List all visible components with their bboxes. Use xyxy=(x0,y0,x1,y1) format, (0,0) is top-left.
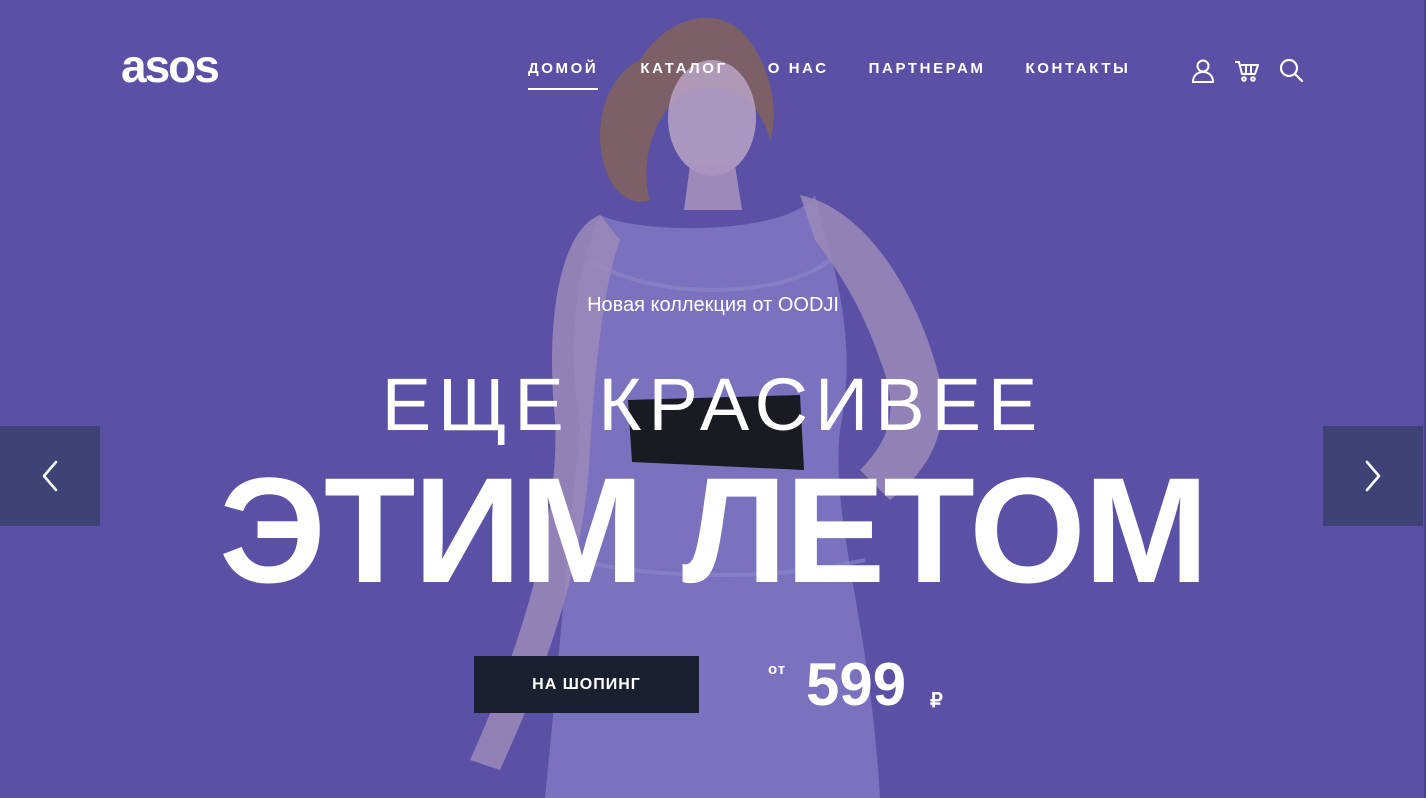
slider-prev-button[interactable] xyxy=(0,426,100,526)
nav-item-partners[interactable]: ПАРТНЕРАМ xyxy=(869,60,986,77)
chevron-right-icon xyxy=(1365,460,1381,492)
main-nav: ДОМОЙ КАТАЛОГ О НАС ПАРТНЕРАМ КОНТАКТЫ xyxy=(528,60,1131,90)
hero-headline-line2: ЭТИМ ЛЕТОМ xyxy=(219,446,1209,614)
search-icon[interactable] xyxy=(1278,57,1304,83)
header-icons xyxy=(1190,57,1304,83)
nav-item-contacts[interactable]: КОНТАКТЫ xyxy=(1026,60,1131,77)
hero-subtitle: Новая коллекция от OODJI xyxy=(587,294,839,316)
price-prefix: от xyxy=(768,661,787,678)
slider-next-button[interactable] xyxy=(1323,426,1423,526)
price-value: 599 xyxy=(806,651,907,718)
hero-slider: asos ДОМОЙ КАТАЛОГ О НАС ПАРТНЕРАМ КОНТА… xyxy=(0,0,1426,798)
cart-icon[interactable] xyxy=(1234,57,1260,83)
chevron-left-icon xyxy=(42,460,58,492)
user-icon[interactable] xyxy=(1190,57,1216,83)
brand-logo[interactable]: asos xyxy=(121,43,220,89)
shop-now-button[interactable]: НА ШОПИНГ xyxy=(474,656,699,713)
nav-item-home[interactable]: ДОМОЙ xyxy=(528,60,599,90)
hero-headline-line1: ЕЩЕ КРАСИВЕЕ xyxy=(381,363,1045,446)
nav-item-catalog[interactable]: КАТАЛОГ xyxy=(640,60,727,77)
nav-item-about[interactable]: О НАС xyxy=(768,60,829,77)
price-currency: ₽ xyxy=(930,690,943,712)
